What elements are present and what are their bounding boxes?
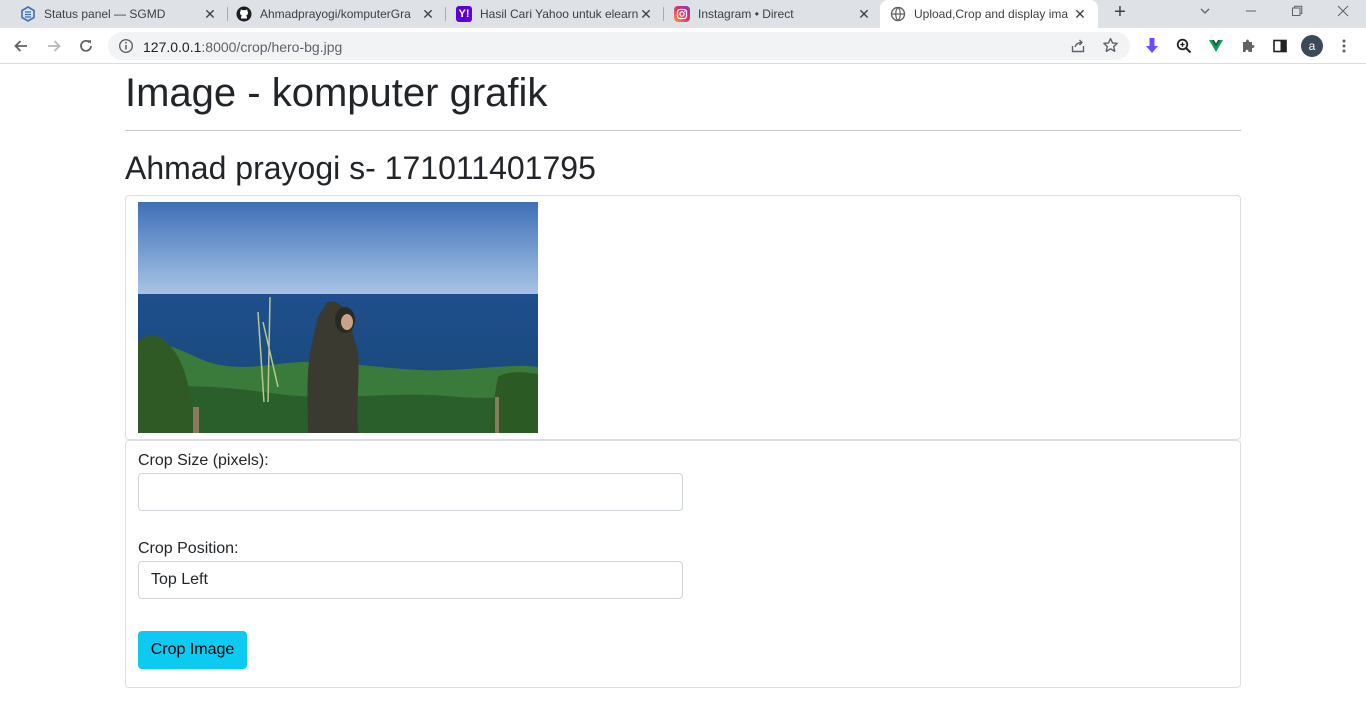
tab-sgmd[interactable]: Status panel — SGMD ✕ <box>0 0 228 28</box>
address-bar[interactable]: 127.0.0.1:8000/crop/hero-bg.jpg <box>108 32 1130 60</box>
menu-kebab-icon[interactable] <box>1332 34 1356 58</box>
forward-icon[interactable] <box>42 34 66 58</box>
tab-title: Upload,Crop and display ima <box>914 7 1069 21</box>
page-viewport: Image - komputer grafik Ahmad prayogi s-… <box>0 64 1366 707</box>
close-tab-icon[interactable]: ✕ <box>638 6 654 22</box>
back-icon[interactable] <box>9 34 33 58</box>
crop-form: Crop Size (pixels): Crop Position: Top L… <box>125 440 1241 688</box>
sgmd-icon <box>20 6 36 22</box>
crop-size-input[interactable] <box>138 473 683 511</box>
url-text: 127.0.0.1:8000/crop/hero-bg.jpg <box>143 39 342 55</box>
browser-toolbar: 127.0.0.1:8000/crop/hero-bg.jpg a <box>0 28 1366 64</box>
share-icon[interactable] <box>1070 38 1086 59</box>
close-tab-icon[interactable]: ✕ <box>1072 6 1088 22</box>
tab-strip: Status panel — SGMD ✕ Ahmadprayogi/kompu… <box>0 0 1366 28</box>
new-tab-icon[interactable]: + <box>1108 1 1132 25</box>
crop-position-label: Crop Position: <box>138 540 239 557</box>
main-container: Image - komputer grafik Ahmad prayogi s-… <box>125 64 1241 688</box>
profile-avatar[interactable]: a <box>1301 35 1323 57</box>
close-tab-icon[interactable]: ✕ <box>202 6 218 22</box>
crop-image-button[interactable]: Crop Image <box>138 631 247 669</box>
tab-upload-crop[interactable]: Upload,Crop and display ima ✕ <box>880 0 1098 28</box>
yahoo-icon: Y! <box>456 6 472 22</box>
page-title: Image - komputer grafik <box>125 71 548 115</box>
side-panel-icon[interactable] <box>1268 34 1292 58</box>
extension-vuejs-icon[interactable] <box>1204 34 1228 58</box>
github-icon <box>236 6 252 22</box>
url-host: 127.0.0.1 <box>143 39 202 55</box>
close-window-icon[interactable] <box>1320 0 1366 28</box>
zoom-icon[interactable] <box>1172 34 1196 58</box>
crop-size-label: Crop Size (pixels): <box>138 452 269 469</box>
bookmark-star-icon[interactable] <box>1102 37 1119 59</box>
tab-yahoo[interactable]: Y! Hasil Cari Yahoo untuk elearn ✕ <box>446 0 664 28</box>
title-divider <box>125 130 1241 131</box>
uploaded-photo <box>138 202 538 433</box>
minimize-icon[interactable] <box>1228 0 1274 28</box>
author-subtitle: Ahmad prayogi s- 171011401795 <box>125 150 596 186</box>
tab-title: Status panel — SGMD <box>44 7 166 21</box>
instagram-icon <box>674 6 690 22</box>
tab-github[interactable]: Ahmadprayogi/komputerGra ✕ <box>228 0 446 28</box>
site-info-icon[interactable] <box>118 38 134 54</box>
tab-title: Hasil Cari Yahoo untuk elearn <box>480 7 638 21</box>
close-tab-icon[interactable]: ✕ <box>420 6 436 22</box>
globe-icon <box>890 6 906 22</box>
extensions-puzzle-icon[interactable] <box>1236 34 1260 58</box>
crop-position-select[interactable]: Top Left <box>138 561 683 599</box>
image-card <box>125 195 1241 440</box>
reload-icon[interactable] <box>74 34 98 58</box>
tab-instagram[interactable]: Instagram • Direct ✕ <box>664 0 882 28</box>
close-tab-icon[interactable]: ✕ <box>856 6 872 22</box>
url-path: :8000/crop/hero-bg.jpg <box>201 39 343 55</box>
tab-title: Instagram • Direct <box>698 7 794 21</box>
download-arrow-icon[interactable] <box>1140 34 1164 58</box>
restore-icon[interactable] <box>1274 0 1320 28</box>
tab-title: Ahmadprayogi/komputerGra <box>260 7 411 21</box>
tab-search-chevron-icon[interactable] <box>1182 0 1228 28</box>
